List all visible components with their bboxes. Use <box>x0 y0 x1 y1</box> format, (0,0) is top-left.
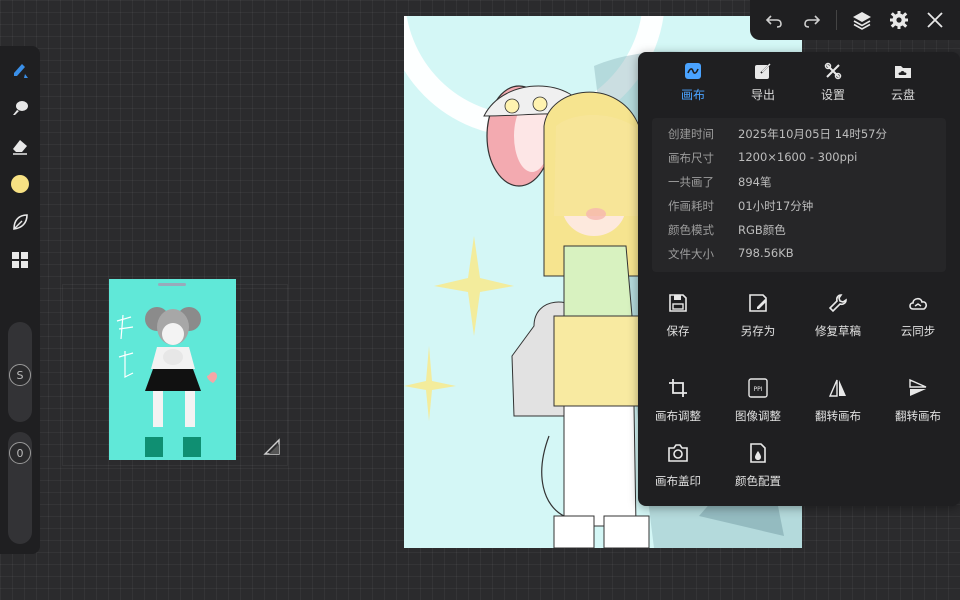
image-adjust-label: 图像调整 <box>735 409 781 423</box>
tab-canvas[interactable]: 画布 <box>658 60 728 108</box>
canvas-adjust-label: 画布调整 <box>655 409 701 423</box>
export-icon <box>755 63 771 79</box>
grid-icon <box>12 252 28 268</box>
info-key: 画布尺寸 <box>668 151 714 165</box>
canvas-stamp-label: 画布盖印 <box>655 474 701 488</box>
tab-export-label: 导出 <box>750 88 775 102</box>
flip-canvas-vertical-label: 翻转画布 <box>895 409 941 423</box>
info-key: 文件大小 <box>668 247 714 261</box>
close-icon <box>927 12 943 28</box>
info-key: 作画耗时 <box>668 199 714 213</box>
info-key: 颜色模式 <box>668 223 714 237</box>
info-key: 创建时间 <box>668 127 714 141</box>
tab-cloud-drive[interactable]: 云盘 <box>868 60 938 108</box>
info-value: 894笔 <box>738 175 772 189</box>
canvas-settings-panel: 画布 导出 设置 云盘 创建时间 2025年10月05日 14时57分 画布尺寸… <box>638 52 960 506</box>
info-value: 798.56KB <box>738 246 794 260</box>
tools-icon <box>824 62 842 80</box>
color-file-icon <box>750 443 766 463</box>
flip-canvas-vertical-button[interactable]: 翻转画布 <box>878 377 958 437</box>
flip-canvas-horizontal-label: 翻转画布 <box>815 409 861 423</box>
info-value: RGB颜色 <box>738 223 786 237</box>
undo-button[interactable] <box>760 6 788 34</box>
brush-icon <box>14 64 28 78</box>
brush-tool[interactable] <box>6 56 34 84</box>
brush-opacity-knob[interactable]: 0 <box>9 442 31 464</box>
tab-settings[interactable]: 设置 <box>798 60 868 108</box>
canvas-adjust-button[interactable]: 画布调整 <box>638 377 718 437</box>
ppi-icon: PPI <box>748 378 768 398</box>
info-key: 一共画了 <box>668 175 714 189</box>
topbar-divider <box>836 10 837 30</box>
image-adjust-button[interactable]: PPI 图像调整 <box>718 377 798 437</box>
layers-icon <box>853 12 871 30</box>
flip-horizontal-icon <box>828 379 846 397</box>
color-config-label: 颜色配置 <box>735 474 781 488</box>
cloud-sync-icon <box>909 297 927 310</box>
settings-button[interactable] <box>885 6 913 34</box>
cloud-sync-label: 云同步 <box>900 324 936 338</box>
redo-icon <box>804 15 821 28</box>
repair-draft-button[interactable]: 修复草稿 <box>798 292 878 352</box>
flip-vertical-icon <box>909 378 927 396</box>
leaf-icon <box>13 214 28 230</box>
eraser-tool[interactable] <box>6 132 34 160</box>
layers-button[interactable] <box>848 6 876 34</box>
cloud-sync-button[interactable]: 云同步 <box>878 292 958 352</box>
eraser-icon <box>13 140 27 155</box>
save-button[interactable]: 保存 <box>638 292 718 352</box>
texture-tool[interactable] <box>6 208 34 236</box>
top-right-bar <box>750 0 960 40</box>
save-label: 保存 <box>666 324 690 338</box>
cloud-drive-icon <box>895 66 911 78</box>
tab-settings-label: 设置 <box>820 88 845 102</box>
reference-thumbnail[interactable] <box>109 279 236 460</box>
resize-handle-icon[interactable] <box>263 438 281 456</box>
tab-canvas-label: 画布 <box>680 88 705 102</box>
ppi-badge-text: PPI <box>753 386 762 393</box>
thumbnail-drag-handle[interactable] <box>158 283 186 286</box>
gear-icon <box>890 11 908 29</box>
tab-export[interactable]: 导出 <box>728 60 798 108</box>
canvas-icon <box>685 63 701 79</box>
save-as-label: 另存为 <box>740 324 776 338</box>
close-button[interactable] <box>921 6 949 34</box>
wrench-icon <box>828 294 847 313</box>
save-as-icon <box>749 294 767 312</box>
color-config-button[interactable]: 颜色配置 <box>718 442 798 502</box>
left-toolbar: S 0 <box>0 46 40 554</box>
save-as-button[interactable]: 另存为 <box>718 292 798 352</box>
canvas-stamp-button[interactable]: 画布盖印 <box>638 442 718 502</box>
crop-icon <box>669 379 687 397</box>
color-picker[interactable] <box>6 170 34 198</box>
color-swatch-icon <box>11 175 29 193</box>
materials-tool[interactable] <box>6 246 34 274</box>
info-value: 01小时17分钟 <box>738 199 814 213</box>
smudge-tool[interactable] <box>6 94 34 122</box>
repair-draft-label: 修复草稿 <box>815 324 861 338</box>
info-value: 2025年10月05日 14时57分 <box>738 127 887 141</box>
panel-tabs: 画布 导出 设置 云盘 <box>638 60 960 108</box>
thumbnail-artwork <box>116 307 217 457</box>
smudge-icon <box>13 101 28 115</box>
flip-canvas-horizontal-button[interactable]: 翻转画布 <box>798 377 878 437</box>
brush-opacity-slider[interactable]: 0 <box>8 432 32 544</box>
redo-button[interactable] <box>798 6 826 34</box>
undo-icon <box>765 15 782 28</box>
brush-size-slider[interactable]: S <box>8 322 32 422</box>
brush-size-knob[interactable]: S <box>9 364 31 386</box>
info-value: 1200×1600 - 300ppi <box>738 150 858 164</box>
tab-cloud-drive-label: 云盘 <box>890 88 915 102</box>
canvas-info-box: 创建时间 2025年10月05日 14时57分 画布尺寸 1200×1600 -… <box>652 118 946 272</box>
save-icon <box>669 294 687 312</box>
camera-icon <box>668 444 688 462</box>
